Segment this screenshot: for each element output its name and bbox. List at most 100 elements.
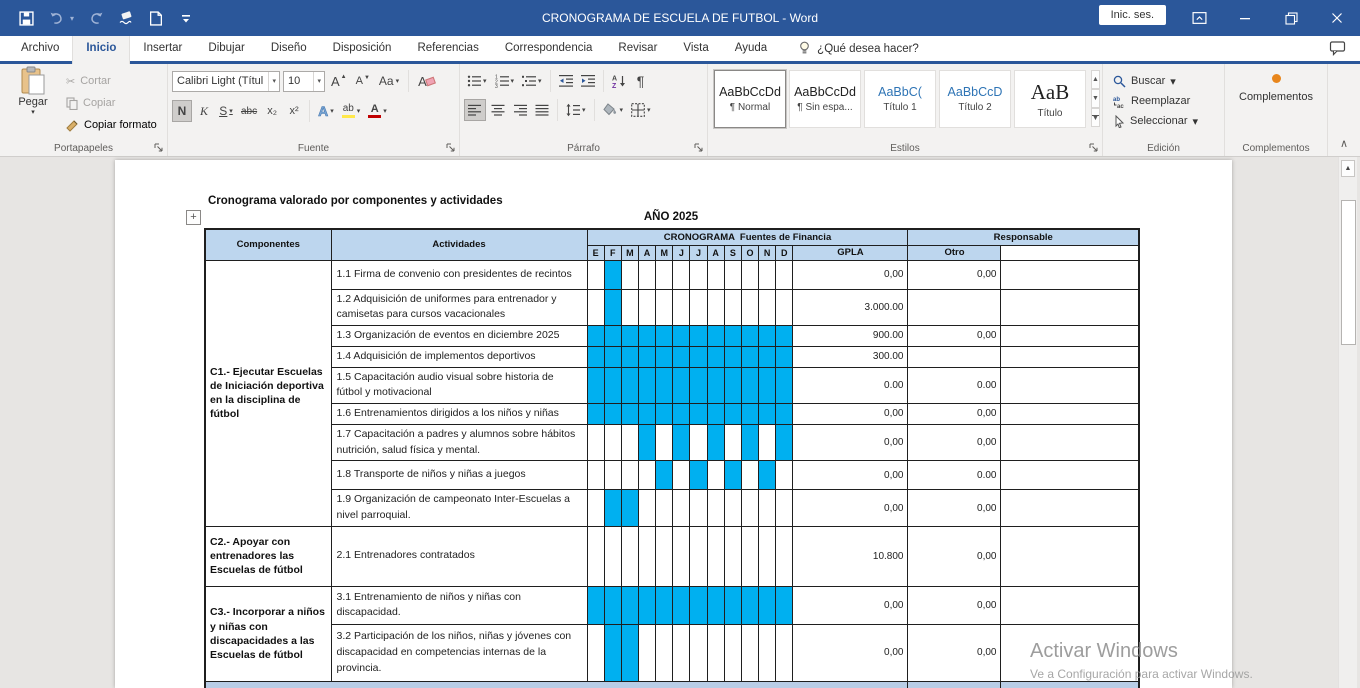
gantt-cell[interactable]	[690, 526, 707, 586]
cut-button[interactable]: ✂ Cortar	[62, 71, 161, 91]
bold-button[interactable]: N	[172, 100, 192, 122]
gantt-cell[interactable]	[587, 624, 604, 681]
gpla-value-cell[interactable]: 0,00	[793, 586, 908, 624]
gantt-cell-active[interactable]	[724, 404, 741, 425]
gantt-cell-active[interactable]	[587, 346, 604, 367]
month-header-12[interactable]: D	[776, 245, 793, 260]
gantt-cell[interactable]	[707, 461, 724, 490]
gantt-cell[interactable]	[724, 289, 741, 326]
gantt-cell[interactable]	[604, 461, 621, 490]
component-cell[interactable]: C2.- Apoyar con entrenadores las Escuela…	[205, 526, 331, 586]
gantt-cell[interactable]	[690, 289, 707, 326]
responsable-cell[interactable]	[1001, 260, 1139, 289]
gantt-cell-active[interactable]	[638, 326, 655, 347]
clipboard-dialog-launcher-icon[interactable]	[154, 143, 164, 153]
gantt-cell[interactable]	[638, 526, 655, 586]
gantt-cell-active[interactable]	[707, 424, 724, 461]
gantt-cell-active[interactable]	[724, 586, 741, 624]
scrollbar-thumb[interactable]	[1341, 200, 1356, 345]
tab-archivo[interactable]: Archivo	[8, 36, 72, 64]
gantt-cell[interactable]	[638, 461, 655, 490]
month-header-3[interactable]: M	[621, 245, 638, 260]
year-label[interactable]: AÑO 2025	[204, 211, 1138, 223]
responsable-subheader-cell[interactable]	[1001, 245, 1139, 260]
gantt-cell[interactable]	[638, 624, 655, 681]
save-icon[interactable]	[18, 10, 34, 26]
styles-dialog-launcher-icon[interactable]	[1089, 143, 1099, 153]
gantt-cell-active[interactable]	[707, 367, 724, 404]
gantt-cell-active[interactable]	[673, 326, 690, 347]
addins-button[interactable]: Complementos	[1225, 64, 1327, 103]
format-painter-button[interactable]: Copiar formato	[62, 115, 161, 135]
header-componentes[interactable]: Componentes	[205, 229, 331, 260]
responsable-cell[interactable]	[1001, 424, 1139, 461]
paragraph-dialog-launcher-icon[interactable]	[694, 143, 704, 153]
gantt-cell-active[interactable]	[604, 346, 621, 367]
gantt-cell-active[interactable]	[776, 367, 793, 404]
paste-button[interactable]: Pegar ▾	[6, 66, 60, 136]
gantt-cell-active[interactable]	[604, 326, 621, 347]
italic-button[interactable]: K	[194, 100, 214, 122]
gantt-cell[interactable]	[587, 526, 604, 586]
gantt-cell[interactable]	[776, 461, 793, 490]
gantt-cell-active[interactable]	[759, 461, 776, 490]
font-dialog-launcher-icon[interactable]	[446, 143, 456, 153]
gantt-cell[interactable]	[587, 289, 604, 326]
otro-value-cell[interactable]	[908, 289, 1001, 326]
find-button[interactable]: Buscar▾	[1103, 71, 1224, 91]
gantt-cell[interactable]	[656, 624, 673, 681]
activity-cell[interactable]: 1.6 Entrenamientos dirigidos a los niños…	[331, 404, 587, 425]
superscript-button[interactable]: x²	[284, 100, 304, 122]
gantt-cell[interactable]	[673, 526, 690, 586]
gantt-cell-active[interactable]	[724, 367, 741, 404]
tab-referencias[interactable]: Referencias	[404, 36, 491, 64]
increase-indent-button[interactable]	[578, 70, 598, 92]
gantt-cell[interactable]	[741, 461, 758, 490]
total-responsable-cell[interactable]	[1001, 681, 1139, 688]
header-gpla[interactable]: GPLA	[793, 245, 908, 260]
otro-value-cell[interactable]: 0,00	[908, 424, 1001, 461]
gantt-cell-active[interactable]	[638, 404, 655, 425]
gantt-cell-active[interactable]	[587, 326, 604, 347]
gantt-cell-active[interactable]	[638, 424, 655, 461]
month-header-11[interactable]: N	[759, 245, 776, 260]
responsable-cell[interactable]	[1001, 367, 1139, 404]
gantt-cell-active[interactable]	[638, 367, 655, 404]
gantt-cell[interactable]	[621, 260, 638, 289]
gantt-cell-active[interactable]	[604, 260, 621, 289]
gantt-cell[interactable]	[741, 526, 758, 586]
header-responsable[interactable]: Responsable	[908, 229, 1139, 245]
grow-font-button[interactable]: A▲	[328, 70, 350, 92]
font-color-button[interactable]: A▾	[365, 100, 390, 122]
gpla-value-cell[interactable]: 900.00	[793, 326, 908, 347]
decrease-indent-button[interactable]	[556, 70, 576, 92]
gantt-cell-active[interactable]	[707, 404, 724, 425]
gantt-cell-active[interactable]	[621, 326, 638, 347]
highlight-color-button[interactable]: ab▾	[339, 100, 364, 122]
activity-cell[interactable]: 1.5 Capacitación audio visual sobre hist…	[331, 367, 587, 404]
gantt-cell-active[interactable]	[638, 346, 655, 367]
activity-cell[interactable]: 1.7 Capacitación a padres y alumnos sobr…	[331, 424, 587, 461]
gantt-cell-active[interactable]	[690, 461, 707, 490]
gantt-cell[interactable]	[724, 490, 741, 527]
gantt-cell-active[interactable]	[741, 367, 758, 404]
gantt-cell[interactable]	[621, 526, 638, 586]
responsable-cell[interactable]	[1001, 289, 1139, 326]
header-actividades[interactable]: Actividades	[331, 229, 587, 260]
gantt-cell-active[interactable]	[604, 367, 621, 404]
month-header-10[interactable]: O	[741, 245, 758, 260]
responsable-cell[interactable]	[1001, 586, 1139, 624]
otro-value-cell[interactable]: 0,00	[908, 260, 1001, 289]
gpla-value-cell[interactable]: 300.00	[793, 346, 908, 367]
activity-cell[interactable]: 1.3 Organización de eventos en diciembre…	[331, 326, 587, 347]
total-main-cell[interactable]: 15.000.00	[205, 681, 908, 688]
gantt-cell-active[interactable]	[759, 367, 776, 404]
gantt-cell-active[interactable]	[621, 367, 638, 404]
otro-value-cell[interactable]: 0.00	[908, 367, 1001, 404]
gantt-cell-active[interactable]	[604, 586, 621, 624]
gantt-cell-active[interactable]	[604, 490, 621, 527]
gantt-cell-active[interactable]	[690, 346, 707, 367]
gantt-cell[interactable]	[776, 490, 793, 527]
month-header-2[interactable]: F	[604, 245, 621, 260]
ribbon-display-options-icon[interactable]	[1176, 0, 1222, 36]
